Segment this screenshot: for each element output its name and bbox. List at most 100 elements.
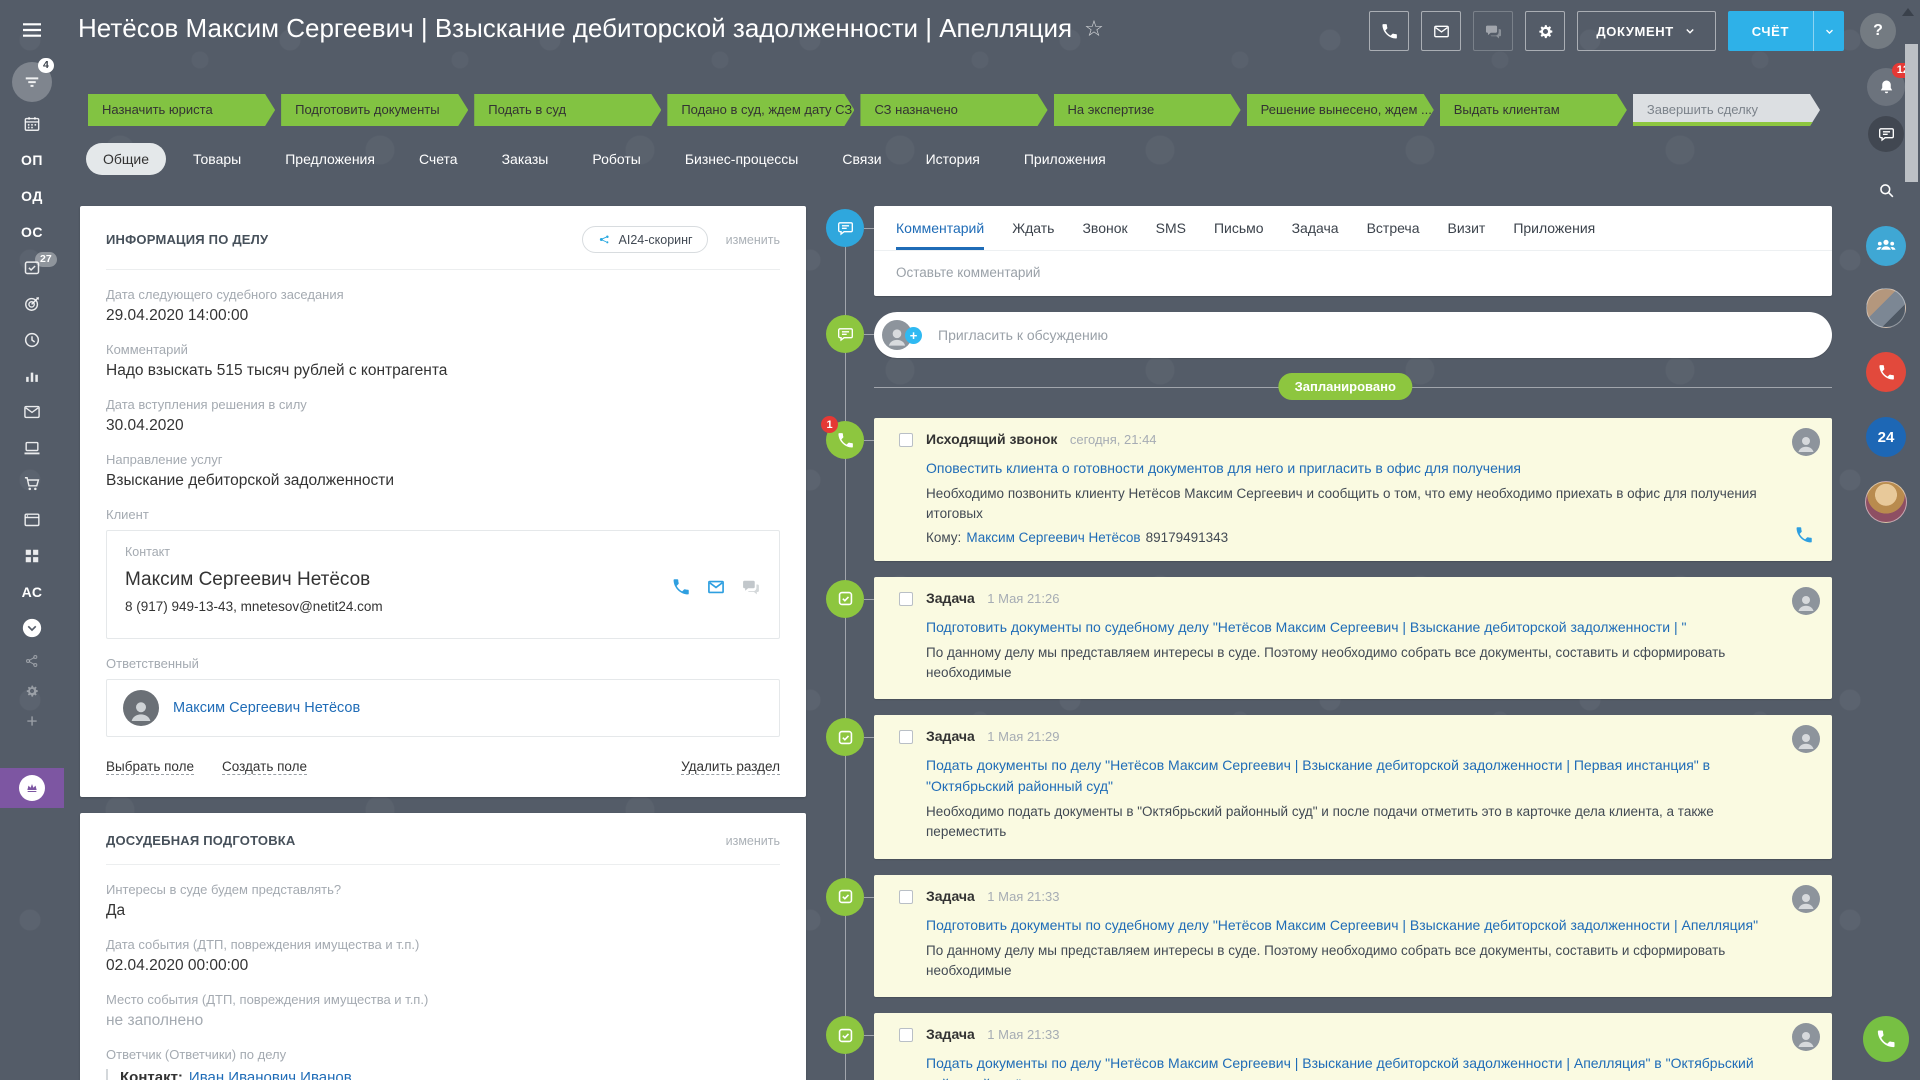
email-button[interactable] [1421,11,1461,51]
scroll-up-arrow[interactable] [1902,8,1914,16]
telephony-button[interactable] [1863,1016,1909,1062]
phone-icon[interactable] [671,577,691,597]
timeline-tab-8[interactable]: Визит [1448,206,1486,250]
mail-icon[interactable] [706,577,726,597]
timeline-entry-4[interactable]: Задача 1 Мая 21:33 Подготовить документы… [874,875,1832,998]
timeline-tab-1[interactable]: Комментарий [896,206,984,250]
timeline-tab-4[interactable]: SMS [1156,206,1186,250]
pipeline-stage-1[interactable]: Назначить юриста [88,94,275,126]
timeline-entry-1[interactable]: Исходящий звонок сегодня, 21:44 Оповести… [874,418,1832,561]
sidebar-item-more[interactable] [0,610,64,646]
pipeline-stage-4[interactable]: Подано в суд, ждем дату СЗ [667,94,854,126]
sidebar-item-tasks[interactable]: 27 [0,250,64,286]
ai-scoring-button[interactable]: AI24-скоринг [582,226,708,253]
sidebar-item-apps[interactable] [0,538,64,574]
sidebar-item-store[interactable] [0,466,64,502]
recipient-link[interactable]: Максим Сергеевич Нетёсов [966,530,1140,545]
document-button[interactable]: ДОКУМЕНТ [1577,11,1715,51]
sidebar-item-ОП[interactable]: ОП [0,142,64,178]
entry-checkbox[interactable] [899,730,913,744]
sidebar-item-network[interactable] [0,646,64,676]
sidebar-item-sites[interactable] [0,502,64,538]
pipeline-stage-8[interactable]: Выдать клиентам [1440,94,1627,126]
deal-tab-4[interactable]: Счета [402,143,475,175]
field-contact-link[interactable]: Иван Иванович Иванов [189,1069,352,1080]
help-button[interactable]: ? [1860,13,1896,49]
deal-tab-6[interactable]: Роботы [575,143,657,175]
messenger-button[interactable] [1868,116,1904,152]
deal-tab-8[interactable]: Связи [825,143,898,175]
pipeline-stage-5[interactable]: СЗ назначено [860,94,1047,126]
entry-subject-link[interactable]: Оповестить клиента о готовности документ… [926,458,1521,479]
timeline-entry-5[interactable]: Задача 1 Мая 21:33 Подать документы по д… [874,1013,1832,1080]
sidebar-item-ОС[interactable]: ОС [0,214,64,250]
comment-input[interactable]: Оставьте комментарий [874,251,1832,296]
user-chat-avatar[interactable] [1865,481,1907,523]
responsible-link[interactable]: Максим Сергеевич Нетёсов [173,700,360,716]
timeline-tab-2[interactable]: Ждать [1012,206,1054,250]
deal-tab-7[interactable]: Бизнес-процессы [668,143,815,175]
call-button[interactable] [1369,11,1409,51]
delete-section-link[interactable]: Удалить раздел [681,759,780,775]
create-field-link[interactable]: Создать поле [222,759,307,775]
sidebar-item-АС[interactable]: АС [0,574,64,610]
pipeline-stage-9[interactable]: Завершить сделку [1633,94,1820,126]
scrollbar-thumb[interactable] [1905,44,1918,182]
select-field-link[interactable]: Выбрать поле [106,759,194,775]
call-action-icon[interactable] [1794,525,1814,545]
deal-tab-5[interactable]: Заказы [485,143,566,175]
deal-tab-2[interactable]: Товары [176,143,258,175]
sidebar-item-add[interactable] [0,706,64,736]
invoice-button[interactable]: СЧЁТ [1728,11,1844,51]
timeline-entry-3[interactable]: Задача 1 Мая 21:29 Подать документы по д… [874,715,1832,859]
entry-subject-link[interactable]: Подать документы по делу "Нетёсов Максим… [926,1053,1762,1080]
search-button[interactable] [1870,174,1902,206]
sidebar-item-settings[interactable] [0,676,64,706]
timeline-tab-5[interactable]: Письмо [1214,206,1264,250]
sidebar-item-time[interactable] [0,322,64,358]
sidebar-item-reports[interactable] [0,358,64,394]
chat-icon[interactable] [741,577,761,597]
entry-subject-link[interactable]: Подготовить документы по судебному делу … [926,617,1686,638]
edit-link[interactable]: изменить [726,834,780,848]
company-chat-avatar[interactable] [1866,226,1906,266]
group-chat-avatar[interactable] [1866,288,1906,328]
bitrix24-logo[interactable] [0,768,64,808]
deal-tab-10[interactable]: Приложения [1007,143,1123,175]
edit-link[interactable]: изменить [726,233,780,247]
entry-checkbox[interactable] [899,1028,913,1042]
chat-button[interactable] [1473,11,1513,51]
sidebar-item-crm-target[interactable] [0,286,64,322]
pipeline-stage-7[interactable]: Решение вынесено, ждем ... [1247,94,1434,126]
entry-checkbox[interactable] [899,592,913,606]
timeline-entry-2[interactable]: Задача 1 Мая 21:26 Подготовить документы… [874,577,1832,700]
notifications-button[interactable]: 12 [1867,68,1905,106]
sidebar-item-feed[interactable]: 4 [0,58,64,106]
sidebar-item-workgroups[interactable] [0,430,64,466]
entry-checkbox[interactable] [899,890,913,904]
client-contact-box[interactable]: Контакт Максим Сергеевич Нетёсов 8 (917)… [106,530,780,639]
entry-checkbox[interactable] [899,433,913,447]
entry-subject-link[interactable]: Подать документы по делу "Нетёсов Максим… [926,755,1762,797]
sidebar-item-calendar[interactable] [0,106,64,142]
timeline-tab-3[interactable]: Звонок [1082,206,1127,250]
bitrix24-chat-button[interactable]: 24 [1866,417,1906,457]
invite-to-discussion[interactable]: + Пригласить к обсуждению [874,312,1832,358]
sidebar-item-mail[interactable] [0,394,64,430]
deal-tab-3[interactable]: Предложения [268,143,392,175]
entry-subject-link[interactable]: Подготовить документы по судебному делу … [926,915,1758,936]
favorite-star-icon[interactable]: ☆ [1084,16,1104,42]
timeline-tab-7[interactable]: Встреча [1367,206,1420,250]
menu-button[interactable] [20,18,44,42]
timeline-tab-9[interactable]: Приложения [1513,206,1595,250]
chevron-down-icon[interactable] [1814,25,1844,38]
deal-tab-1[interactable]: Общие [86,143,166,175]
pipeline-stage-6[interactable]: На экспертизе [1054,94,1241,126]
active-call-button[interactable] [1866,352,1906,392]
sidebar-item-ОД[interactable]: ОД [0,178,64,214]
pipeline-stage-2[interactable]: Подготовить документы [281,94,468,126]
pipeline-stage-3[interactable]: Подать в суд [474,94,661,126]
timeline-tab-6[interactable]: Задача [1292,206,1339,250]
deal-tab-9[interactable]: История [909,143,997,175]
settings-button[interactable] [1525,11,1565,51]
